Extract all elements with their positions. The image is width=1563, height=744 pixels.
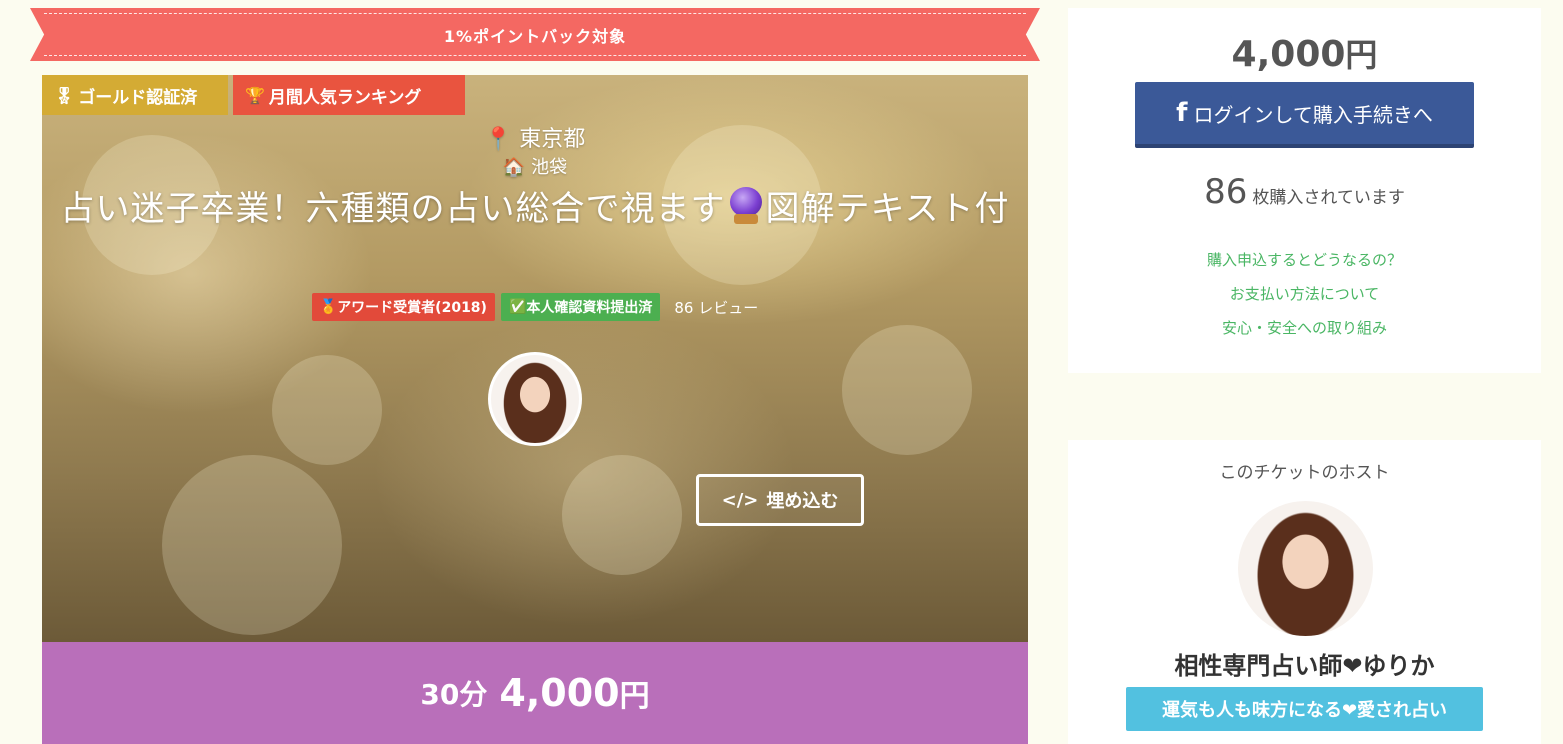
ticket-title-part1: 占い迷子卒業！六種類の占い総合で視ます	[60, 189, 726, 229]
safety-link[interactable]: 安心・安全への取り組み	[1068, 317, 1541, 338]
sold-count-number: 86	[1204, 172, 1248, 212]
ticket-title: 占い迷子卒業！六種類の占い総合で視ます 図解テキスト付	[42, 185, 1028, 233]
gold-verified-tag: 🎖 ゴールド認証済	[42, 75, 228, 115]
crystal-ball-icon	[728, 187, 764, 225]
gold-verified-label: ゴールド認証済	[78, 87, 198, 108]
home-icon: 🏠	[502, 157, 526, 178]
purchase-card: 4,000円 f ログインして購入手続きへ 86 枚購入されています 購入申込す…	[1068, 8, 1541, 373]
point-back-ribbon: 1%ポイントバック対象	[30, 8, 1040, 61]
map-pin-icon: 📍	[484, 127, 513, 152]
trophy-icon: 🏆	[245, 85, 265, 105]
host-name[interactable]: 相性専門占い師❤ゆりか	[1068, 646, 1541, 681]
purchase-price: 4,000円	[1068, 30, 1541, 76]
bokeh-decoration	[162, 455, 342, 635]
badge-row: 🏅 アワード受賞者(2018) ✅ 本人確認資料提出済 86 レビュー	[42, 293, 1028, 321]
ticket-title-part2: 図解テキスト付	[765, 189, 1010, 229]
host-photo	[491, 355, 579, 443]
host-heading: このチケットのホスト	[1219, 463, 1390, 483]
host-tagline: 運気も人も味方になる❤愛され占い	[1126, 687, 1483, 731]
award-badge-label: アワード受賞者(2018)	[337, 300, 487, 316]
award-badge[interactable]: 🏅 アワード受賞者(2018)	[311, 293, 495, 321]
bokeh-decoration	[842, 325, 972, 455]
medal-icon: 🎖	[54, 85, 75, 105]
review-count-link[interactable]: 86 レビュー	[674, 297, 758, 318]
host-avatar[interactable]	[488, 352, 582, 446]
purchase-price-currency: 円	[1345, 36, 1378, 74]
checkmark-icon: ✅	[508, 299, 527, 315]
code-icon: </>	[721, 489, 759, 511]
host-card-avatar[interactable]	[1238, 501, 1373, 636]
purchase-price-amount: 4,000	[1231, 34, 1346, 75]
price-bar: 30分 4,000 円	[42, 642, 1028, 744]
bokeh-decoration	[562, 455, 682, 575]
what-happens-link[interactable]: 購入申込するとどうなるの？	[1068, 249, 1541, 270]
bokeh-decoration	[272, 355, 382, 465]
host-card-photo	[1238, 501, 1373, 636]
host-card: このチケットのホスト 相性専門占い師❤ゆりか 運気も人も味方になる❤愛され占い	[1068, 440, 1541, 744]
prefecture-label: 東京都	[519, 127, 586, 152]
monthly-ranking-tag[interactable]: 🏆 月間人気ランキング	[233, 75, 465, 115]
facebook-login-label: ログインして購入手続きへ	[1193, 102, 1433, 127]
verified-badge[interactable]: ✅ 本人確認資料提出済	[500, 293, 661, 321]
session-currency: 円	[619, 679, 650, 714]
sold-count: 86 枚購入されています	[1068, 172, 1541, 212]
location-prefecture[interactable]: 📍 東京都	[42, 121, 1028, 153]
embed-button[interactable]: </> 埋め込む	[696, 474, 864, 526]
facebook-login-button[interactable]: f ログインして購入手続きへ	[1135, 82, 1474, 148]
session-price: 4,000	[499, 671, 620, 715]
embed-button-label: 埋め込む	[766, 491, 839, 512]
sold-count-text: 枚購入されています	[1252, 188, 1405, 208]
location-area[interactable]: 🏠 池袋	[42, 153, 1028, 179]
medal-icon: 🏅	[319, 299, 338, 315]
point-back-label: 1%ポイントバック対象	[44, 13, 1026, 56]
verified-badge-label: 本人確認資料提出済	[526, 300, 653, 316]
monthly-ranking-label: 月間人気ランキング	[268, 87, 422, 108]
facebook-icon: f	[1176, 98, 1188, 128]
payment-methods-link[interactable]: お支払い方法について	[1068, 283, 1541, 304]
area-label: 池袋	[531, 157, 568, 178]
ticket-hero: 🎖 ゴールド認証済 🏆 月間人気ランキング 📍 東京都 🏠 池袋 占い迷子卒業！…	[42, 75, 1028, 642]
session-duration: 30分	[420, 678, 488, 711]
